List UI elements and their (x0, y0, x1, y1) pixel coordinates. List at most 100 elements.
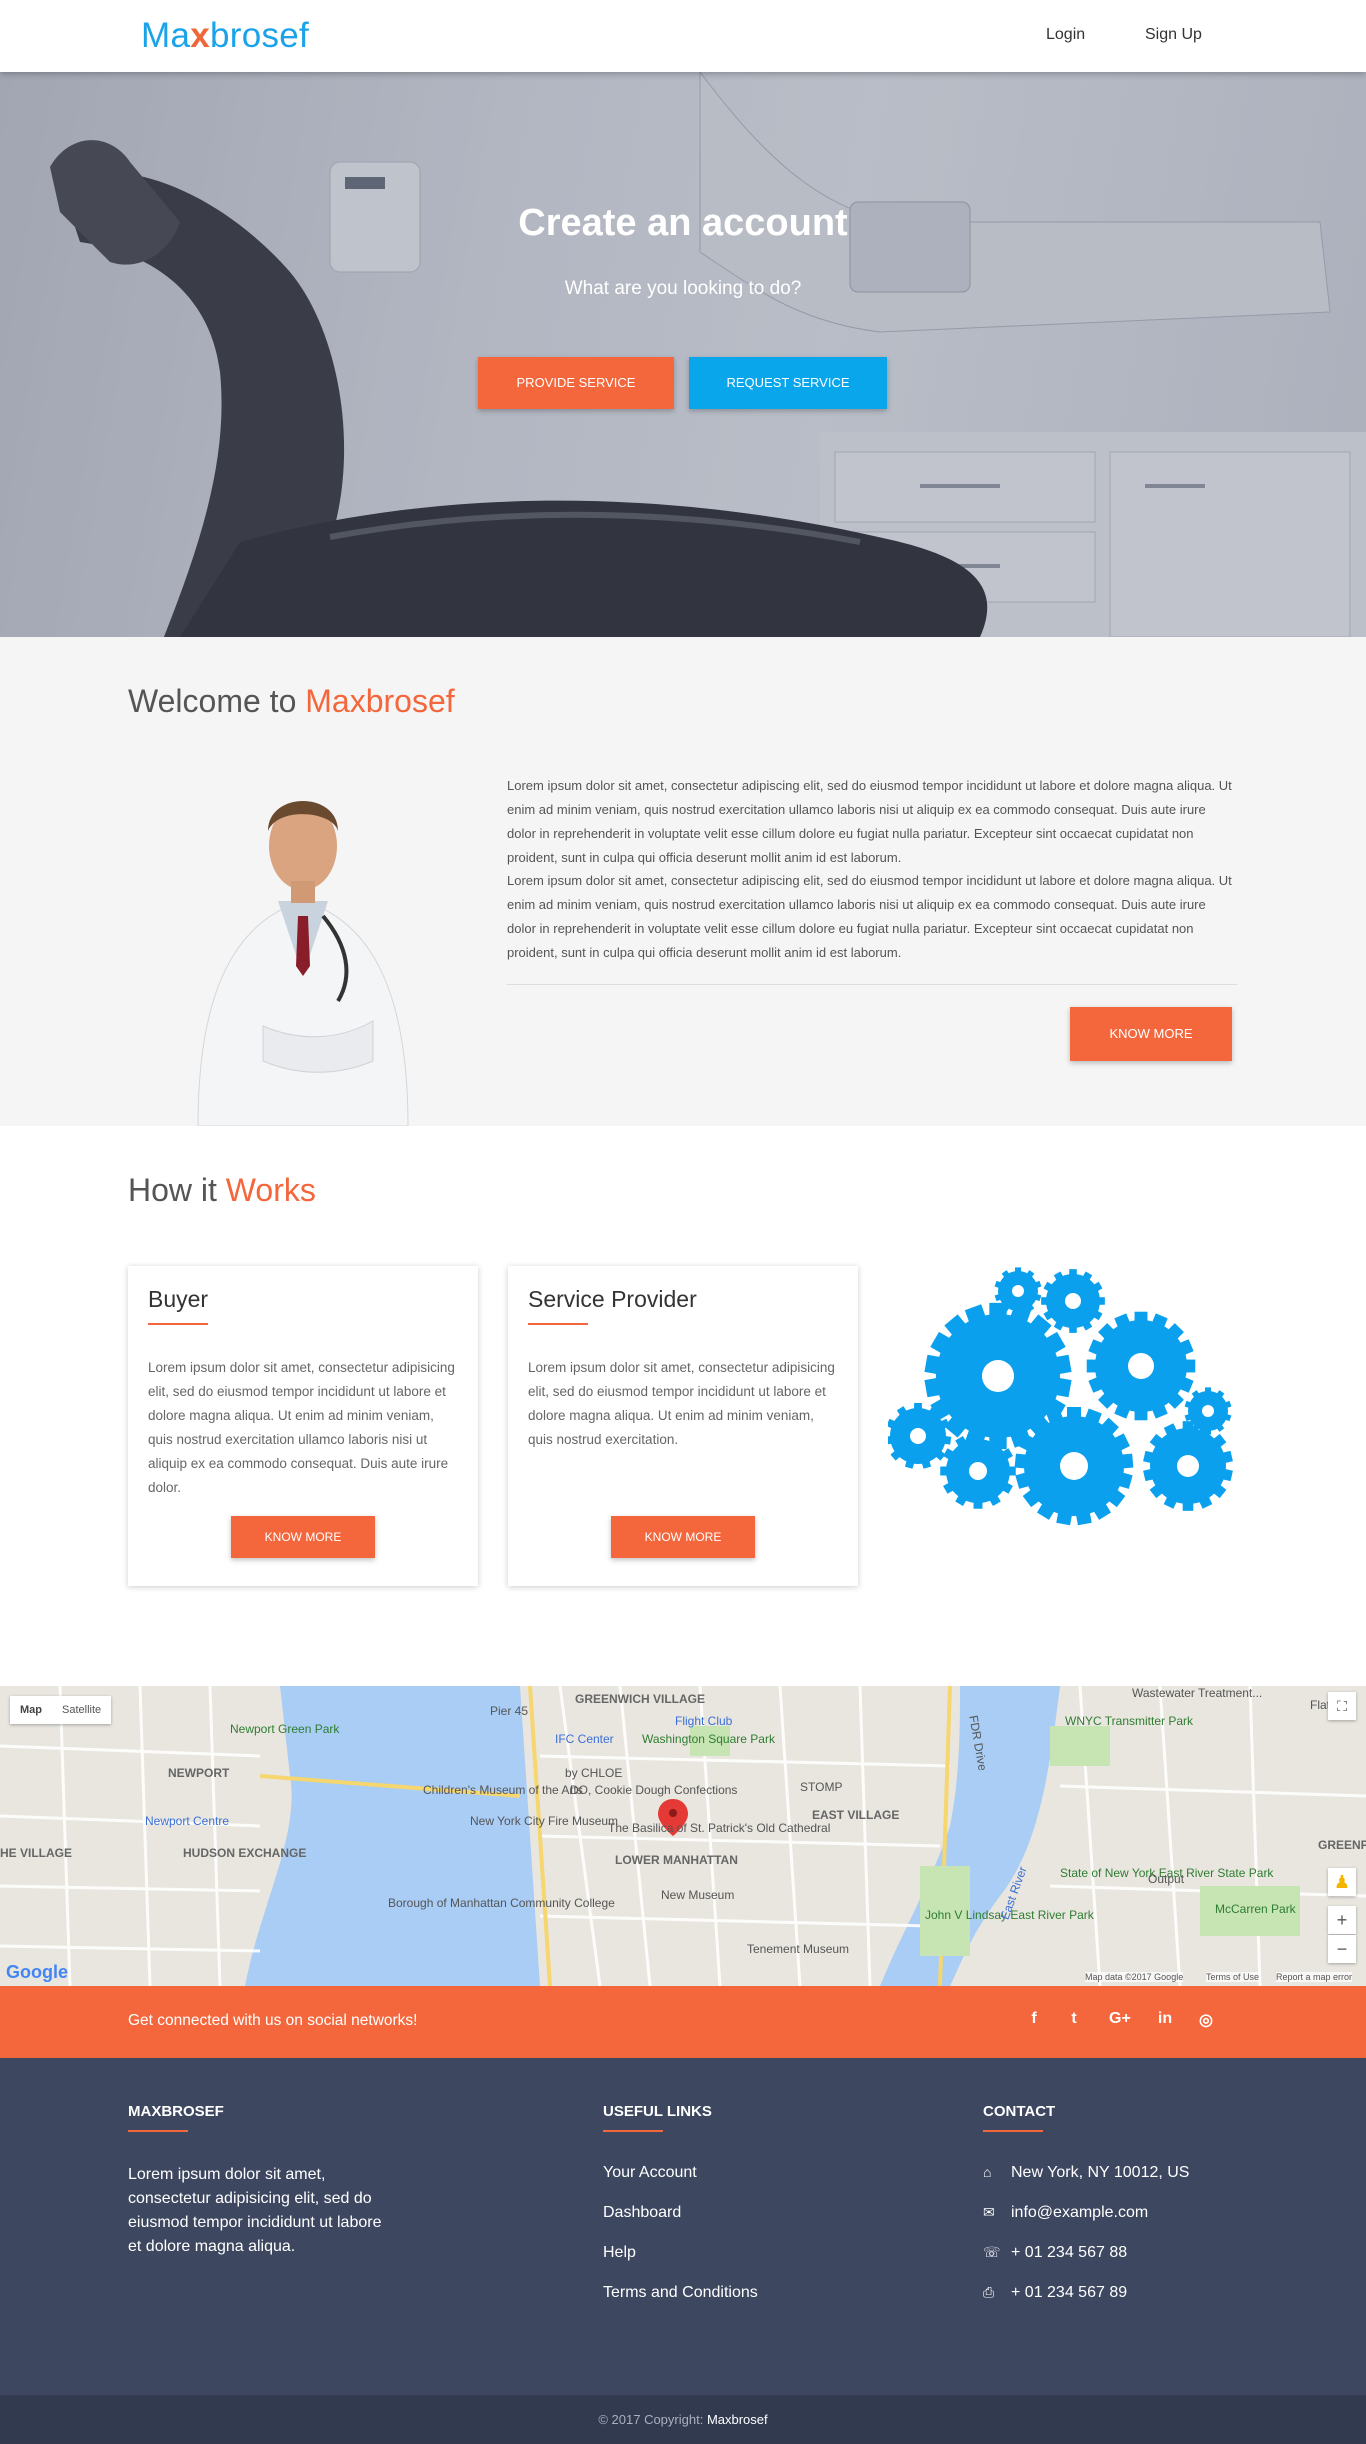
hero-overlay (0, 72, 1366, 637)
social-bar: Get connected with us on social networks… (0, 1986, 1366, 2058)
welcome-divider (507, 984, 1237, 985)
welcome-title-text: Welcome to (128, 683, 306, 719)
how-title-accent: Works (225, 1172, 316, 1208)
welcome-know-more-button[interactable]: KNOW MORE (1070, 1007, 1232, 1061)
top-navbar: Maxbrosef Login Sign Up (0, 0, 1366, 72)
login-link[interactable]: Login (1046, 26, 1085, 44)
gear-icon (1014, 1407, 1134, 1526)
contact-address: ⌂ New York, NY 10012, US (983, 2164, 1189, 2182)
welcome-section: Welcome to Maxbrosef Lorem ipsum dolor s… (0, 637, 1366, 1126)
request-service-button[interactable]: REQUEST SERVICE (689, 357, 887, 409)
signup-link[interactable]: Sign Up (1145, 26, 1202, 44)
footer-links-underline (603, 2130, 663, 2132)
map-type-satellite[interactable]: Satellite (52, 1696, 111, 1724)
map-attribution: Map data ©2017 Google (1085, 1972, 1184, 1982)
doctor-photo (197, 801, 409, 1126)
contact-email-text[interactable]: info@example.com (1011, 2204, 1148, 2221)
phone-icon: ☏ (983, 2244, 1001, 2260)
logo[interactable]: Maxbrosef (141, 16, 309, 56)
copyright-brand-link[interactable]: Maxbrosef (707, 2412, 768, 2427)
printer-icon: ⎙ (983, 2284, 995, 2300)
footer-brand-underline (128, 2130, 188, 2132)
map-label: DO, Cookie Dough Confections (570, 1783, 738, 1797)
embedded-map[interactable]: Map Satellite GREENWICH VILLAGE Wastewat… (0, 1686, 1366, 1986)
map-label: EAST VILLAGE (812, 1808, 900, 1822)
footer-links-title: USEFUL LINKS (603, 2103, 712, 2120)
map-label: New Museum (661, 1888, 735, 1902)
footer-link-terms[interactable]: Terms and Conditions (603, 2284, 758, 2302)
copyright-text: © 2017 Copyright: (598, 2412, 707, 2427)
facebook-icon[interactable]: f (1024, 2010, 1044, 2028)
provide-service-button[interactable]: PROVIDE SERVICE (478, 357, 674, 409)
gears-illustration (888, 1267, 1233, 1526)
buyer-title-underline (148, 1323, 208, 1325)
footer-link-your-account[interactable]: Your Account (603, 2164, 697, 2182)
hero-banner: Create an account What are you looking t… (0, 72, 1366, 637)
buyer-card: Buyer Lorem ipsum dolor sit amet, consec… (128, 1266, 478, 1586)
map-report-link[interactable]: Report a map error (1276, 1972, 1353, 1982)
map-label: by CHLOE (565, 1766, 623, 1780)
buyer-know-more-button[interactable]: KNOW MORE (231, 1516, 375, 1558)
contact-fax-text: + 01 234 567 89 (1011, 2284, 1128, 2301)
contact-address-text: New York, NY 10012, US (1011, 2164, 1190, 2181)
twitter-icon[interactable]: t (1064, 2010, 1084, 2028)
map-label: GREENWICH VILLAGE (575, 1692, 706, 1706)
map-label: Pier 45 (490, 1704, 529, 1718)
contact-fax: ⎙ + 01 234 567 89 (983, 2284, 1127, 2302)
instagram-icon[interactable]: ◎ (1196, 2010, 1216, 2030)
map-tiles (0, 1686, 1366, 1986)
map-label: The Basilica of St. Patrick's Old Cathed… (608, 1821, 831, 1835)
provider-card-title: Service Provider (528, 1286, 697, 1312)
footer-about-text: Lorem ipsum dolor sit amet, consectetur … (128, 2166, 382, 2255)
footer-link-dashboard[interactable]: Dashboard (603, 2204, 681, 2222)
map-label: IFC Center (555, 1732, 614, 1746)
contact-phone: ☏ + 01 234 567 88 (983, 2244, 1127, 2262)
social-bar-text: Get connected with us on social networks… (128, 2012, 418, 2029)
map-label: Flight Club (675, 1714, 733, 1728)
provider-card-text: Lorem ipsum dolor sit amet, consectetur … (528, 1360, 835, 1447)
map-type-control[interactable]: Map Satellite (10, 1696, 112, 1724)
footer-link-help[interactable]: Help (603, 2244, 636, 2262)
map-label: Wastewater Treatment... (1132, 1686, 1263, 1700)
gear-icon (1143, 1421, 1233, 1511)
google-plus-icon[interactable]: G+ (1109, 2010, 1131, 2028)
envelope-icon: ✉ (983, 2204, 995, 2220)
map-label: New York City Fire Museum (470, 1814, 619, 1828)
fullscreen-icon[interactable]: ⛶ (1328, 1692, 1356, 1720)
map-terms-link[interactable]: Terms of Use (1206, 1972, 1260, 1982)
footer: MAXBROSEF Lorem ipsum dolor sit amet, co… (0, 2058, 1366, 2395)
map-label: McCarren Park (1215, 1902, 1296, 1916)
map-label: Output (1148, 1872, 1185, 1886)
buyer-card-text: Lorem ipsum dolor sit amet, consectetur … (148, 1360, 455, 1495)
contact-phone-text: + 01 234 567 88 (1011, 2244, 1128, 2261)
provider-title-underline (528, 1323, 588, 1325)
map-type-map[interactable]: Map (10, 1696, 52, 1724)
welcome-title-accent: Maxbrosef (305, 683, 455, 719)
map-label: Newport Centre (145, 1814, 230, 1828)
how-it-works-title: How it Works (128, 1172, 316, 1209)
buyer-card-title: Buyer (148, 1286, 209, 1312)
pegman-icon[interactable]: ♟ (1328, 1868, 1356, 1896)
footer-contact-underline (983, 2130, 1043, 2132)
welcome-paragraph-1: Lorem ipsum dolor sit amet, consectetur … (507, 778, 1232, 865)
copyright-bar: © 2017 Copyright: Maxbrosef (0, 2395, 1366, 2444)
map-label: HE VILLAGE (0, 1846, 73, 1860)
map-label: WNYC Transmitter Park (1065, 1714, 1194, 1728)
footer-brand-title: MAXBROSEF (128, 2103, 224, 2120)
map-label: HUDSON EXCHANGE (183, 1846, 307, 1860)
footer-contact-title: CONTACT (983, 2103, 1056, 2120)
zoom-out-button[interactable]: − (1328, 1935, 1356, 1963)
zoom-in-button[interactable]: + (1328, 1906, 1356, 1934)
how-title-text: How it (128, 1172, 226, 1208)
hero-title: Create an account (518, 202, 848, 244)
gear-icon (1041, 1269, 1105, 1333)
logo-text-start: Ma (141, 16, 191, 55)
contact-email: ✉ info@example.com (983, 2204, 1148, 2222)
welcome-paragraph-2: Lorem ipsum dolor sit amet, consectetur … (507, 873, 1232, 960)
provider-know-more-button[interactable]: KNOW MORE (611, 1516, 755, 1558)
linkedin-icon[interactable]: in (1155, 2010, 1175, 2028)
provider-card: Service Provider Lorem ipsum dolor sit a… (508, 1266, 858, 1586)
gear-icon (1086, 1311, 1196, 1421)
map-label: Tenement Museum (747, 1942, 850, 1956)
map-label: Newport Green Park (230, 1722, 340, 1736)
